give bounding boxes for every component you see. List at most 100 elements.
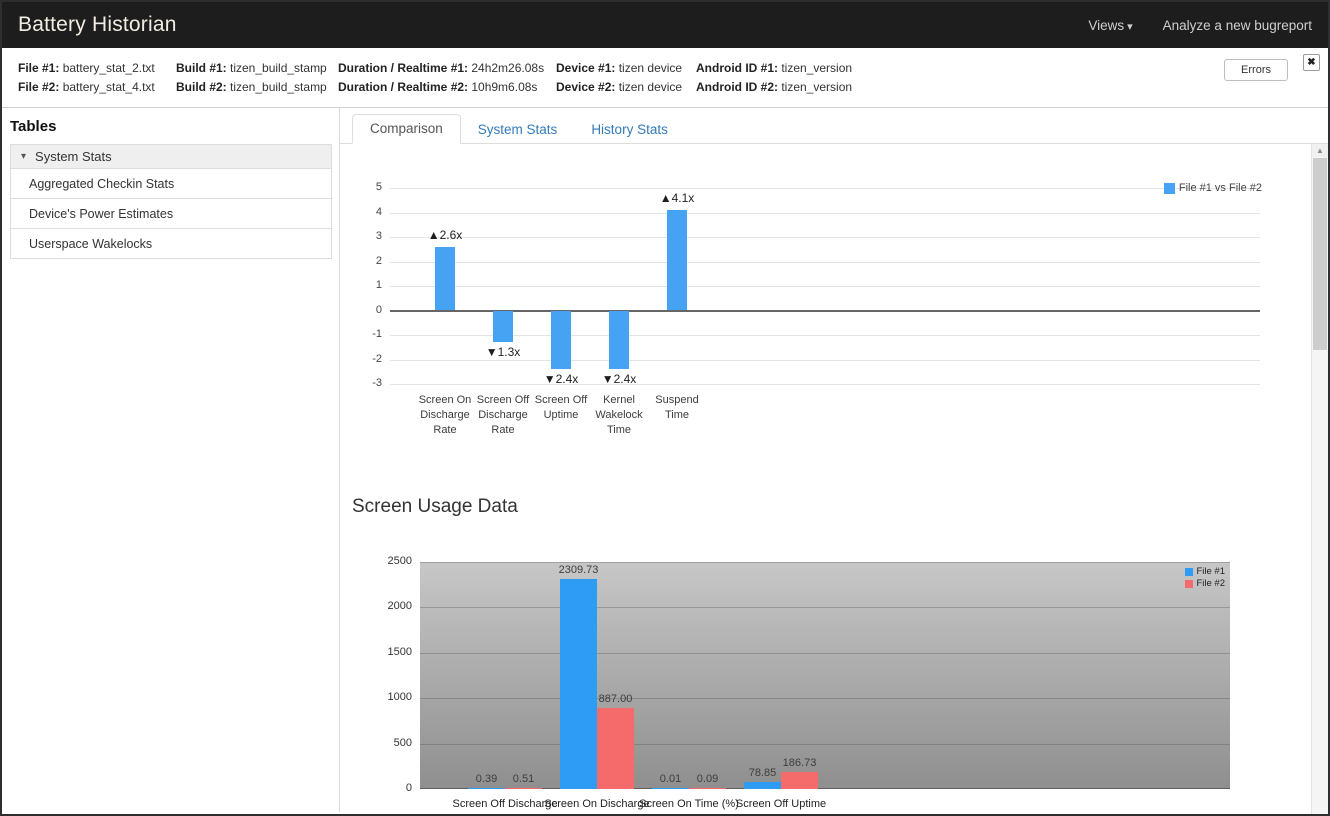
tab-history-stats[interactable]: History Stats [574,116,685,144]
sidebar-item-userspace-wakelocks[interactable]: Userspace Wakelocks [11,228,331,258]
sidebar-list: Aggregated Checkin StatsDevice's Power E… [11,168,331,258]
app-title: Battery Historian [18,13,177,37]
comparison-chart: ▲2.6x▼1.3x▼2.4x▼2.4x▲4.1x543210-1-2-3Scr… [350,178,1262,466]
bar-screen-off-uptime[interactable] [551,311,571,370]
x-axis-label: Screen Off Discharge Rate [472,393,534,438]
bar-value-label: 0.09 [678,773,738,785]
grid-line [420,562,1230,563]
x-axis-label: Screen On Discharge Rate [414,393,476,438]
caret-down-icon: ▾ [1127,21,1133,33]
main-panel: ComparisonSystem StatsHistory Stats ▲2.6… [339,108,1328,812]
battery-historian-app: Battery Historian Views▾ Analyze a new b… [0,0,1330,816]
vertical-scrollbar[interactable]: ▲ [1311,144,1328,814]
chart-legend: File #1 vs File #2 [1164,182,1262,194]
info-file-1: File #1: battery_stat_2.txt [18,60,176,76]
bar-suspend-time[interactable] [667,210,687,310]
y-axis-tick-label: -3 [350,377,382,389]
analyze-new-bugreport-link[interactable]: Analyze a new bugreport [1163,18,1312,33]
bar-annotation: ▼1.3x [471,345,535,359]
y-axis-tick-label: 1 [350,279,382,291]
info-duration-realtime-2: Duration / Realtime #2: 10h9m6.08s [338,79,556,95]
legend-label: File #2 [1196,578,1225,590]
errors-button[interactable]: Errors [1224,59,1288,81]
bar-value-label: 186.73 [770,757,830,769]
close-icon[interactable]: ✖ [1303,54,1320,71]
legend-swatch-icon [1164,183,1175,194]
grid-line [390,237,1260,238]
legend-swatch-icon [1185,568,1193,576]
info-android-id-1: Android ID #1: tizen_version [696,60,1312,76]
file-info-bar: File #1: battery_stat_2.txtBuild #1: tiz… [2,48,1328,108]
tab-bar: ComparisonSystem StatsHistory Stats [340,108,1328,144]
content-area: Tables ▾ System Stats Aggregated Checkin… [2,108,1328,812]
tab-system-stats[interactable]: System Stats [461,116,575,144]
bar-file-2-screen-on-discharge-rate[interactable] [597,708,634,789]
info-file-2: File #2: battery_stat_4.txt [18,79,176,95]
x-axis-label: Screen Off Uptime (%) [726,797,836,812]
bar-screen-on-discharge-rate[interactable] [435,247,455,311]
views-menu[interactable]: Views▾ [1088,18,1132,33]
bar-value-label: 2309.73 [549,564,609,576]
info-build-1: Build #1: tizen_build_stamp [176,60,338,76]
grid-line [390,188,1260,189]
legend-item: File #1 vs File #2 [1164,182,1262,194]
bar-file-1-screen-on-time[interactable] [652,788,689,789]
legend-swatch-icon [1185,580,1193,588]
info-device-1: Device #1: tizen device [556,60,696,76]
y-axis-tick-label: 2 [350,255,382,267]
bar-kernel-wakelock-time[interactable] [609,311,629,370]
grid-line [420,607,1230,608]
top-header: Battery Historian Views▾ Analyze a new b… [2,2,1328,48]
bar-annotation: ▼2.4x [529,372,593,386]
y-axis-tick-label: -2 [350,353,382,365]
section-title: Screen Usage Data [352,496,1328,518]
bar-screen-off-discharge-rate[interactable] [493,311,513,343]
bar-file-2-screen-off-discharge-rate[interactable] [505,788,542,789]
legend-label: File #1 [1196,566,1225,578]
grid-line [420,698,1230,699]
x-axis-label: Kernel Wakelock Time [588,393,650,438]
screen-usage-plot: 0.390.512309.73887.000.010.0978.85186.73… [420,562,1230,789]
bar-file-2-screen-off-uptime[interactable] [781,772,818,789]
caret-down-icon: ▾ [21,151,26,162]
y-axis-tick-label: 1500 [352,646,412,658]
x-axis-label: Screen Off Uptime [530,393,592,423]
grid-line [420,744,1230,745]
scrollbar-thumb[interactable] [1313,158,1327,350]
bar-annotation: ▼2.4x [587,372,651,386]
legend-label: File #1 vs File #2 [1179,182,1262,194]
views-label: Views [1088,18,1124,33]
info-device-2: Device #2: tizen device [556,79,696,95]
tables-sidebar: Tables ▾ System Stats Aggregated Checkin… [2,108,339,812]
sidebar-item-system-stats[interactable]: ▾ System Stats [11,145,331,168]
info-duration-realtime-1: Duration / Realtime #1: 24h2m26.08s [338,60,556,76]
legend-item: File #2 [1185,578,1225,590]
sidebar-item-aggregated-checkin-stats[interactable]: Aggregated Checkin Stats [11,168,331,198]
bar-annotation: ▲4.1x [645,191,709,205]
bar-file-2-screen-on-time[interactable] [689,788,726,789]
bar-value-label: 0.51 [494,773,554,785]
info-build-2: Build #2: tizen_build_stamp [176,79,338,95]
info-grid: File #1: battery_stat_2.txtBuild #1: tiz… [18,60,1312,95]
x-axis-label: Suspend Time [646,393,708,423]
tab-comparison[interactable]: Comparison [352,114,461,144]
grid-line [390,384,1260,385]
bar-file-1-screen-on-discharge-rate[interactable] [560,579,597,789]
sidebar-item-device-s-power-estimates[interactable]: Device's Power Estimates [11,198,331,228]
y-axis-tick-label: 4 [350,206,382,218]
bar-file-1-screen-off-uptime[interactable] [744,782,781,789]
scroll-up-arrow-icon[interactable]: ▲ [1312,144,1328,157]
system-stats-accordion: ▾ System Stats Aggregated Checkin StatsD… [10,144,332,259]
bar-value-label: 887.00 [586,693,646,705]
bar-file-1-screen-off-discharge-rate[interactable] [468,788,505,789]
grid-line [390,213,1260,214]
info-android-id-2: Android ID #2: tizen_version [696,79,1312,95]
y-axis-tick-label: 0 [352,782,412,794]
y-axis-tick-label: 2500 [352,555,412,567]
y-axis-tick-label: 0 [350,304,382,316]
bar-annotation: ▲2.6x [413,228,477,242]
grid-line [420,653,1230,654]
y-axis-tick-label: 500 [352,737,412,749]
sidebar-title: Tables [10,118,332,135]
y-axis-tick-label: 3 [350,230,382,242]
